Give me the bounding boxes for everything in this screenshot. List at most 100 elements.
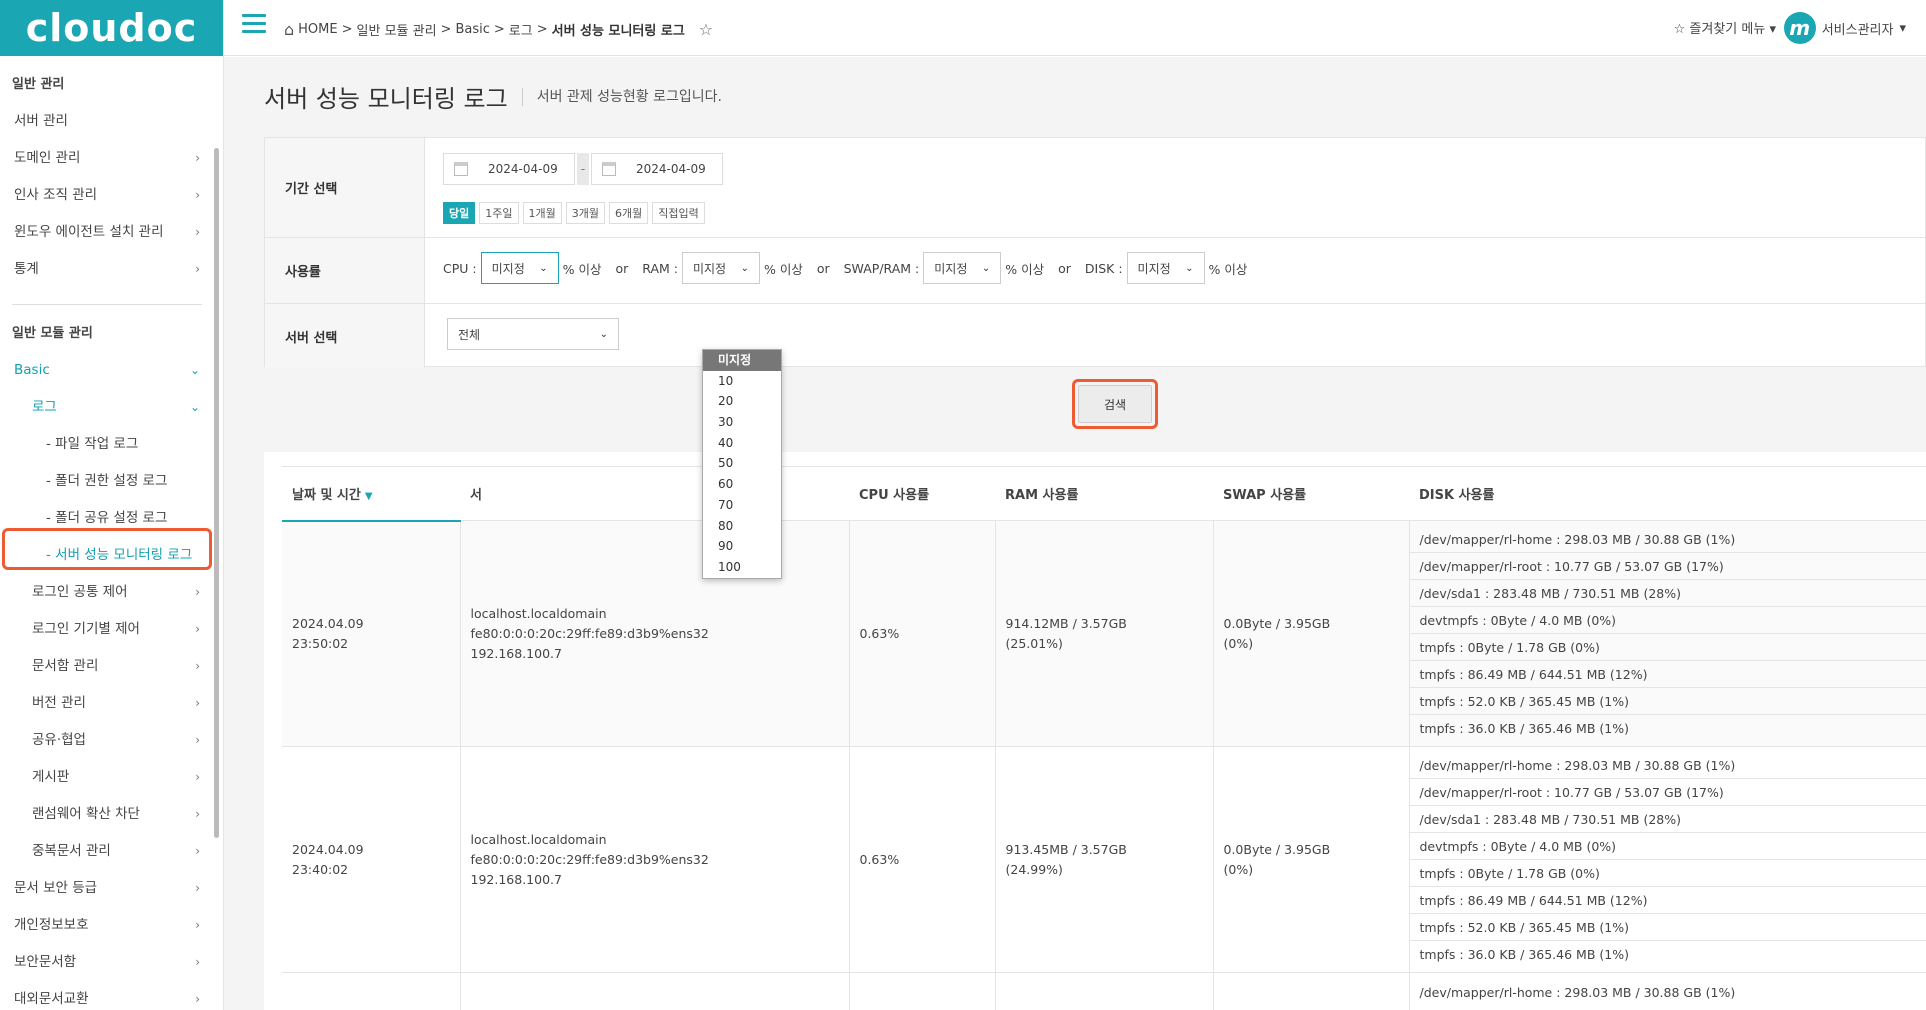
sidebar-item-stats[interactable]: 통계 ›	[0, 251, 214, 288]
breadcrumb-log[interactable]: 로그	[509, 20, 533, 39]
sidebar-item-login-common[interactable]: 로그인 공통 제어 ›	[0, 574, 214, 611]
breadcrumb-modules[interactable]: 일반 모듈 관리	[357, 20, 437, 39]
disk-line: tmpfs : 52.0 KB / 365.45 MB (1%)	[1409, 688, 1926, 715]
chevron-right-icon: ›	[195, 992, 200, 1006]
dropdown-option[interactable]: 90	[703, 536, 781, 557]
calendar-icon	[454, 162, 468, 176]
chevron-right-icon: ›	[195, 585, 200, 599]
swap-suffix: % 이상	[1005, 261, 1045, 277]
start-date-input[interactable]: 2024-04-09	[443, 153, 575, 185]
end-date-input[interactable]: 2024-04-09	[591, 153, 723, 185]
sidebar-scrollbar[interactable]	[214, 148, 219, 838]
user-menu[interactable]: m 서비스관리자 ▾	[1783, 12, 1906, 44]
sidebar-item-login-device[interactable]: 로그인 기기별 제어 ›	[0, 611, 214, 648]
dropdown-option[interactable]: 70	[703, 495, 781, 516]
chevron-down-icon: ⌄	[189, 363, 200, 377]
col-disk[interactable]: DISK 사용률	[1409, 466, 1926, 521]
cell-ram: 913.45MB / 3.57GB (24.99%)	[995, 746, 1214, 973]
dropdown-option[interactable]: 100	[703, 557, 781, 578]
period-custom-button[interactable]: 직접입력	[652, 202, 705, 224]
col-server[interactable]: 서	[460, 466, 849, 521]
chevron-down-icon: ⌄	[981, 262, 991, 274]
dropdown-option[interactable]: 60	[703, 474, 781, 495]
cell-cpu: 0.63%	[849, 746, 996, 973]
sidebar-item-external-exchange[interactable]: 대외문서교환 ›	[0, 981, 214, 1010]
favorites-menu[interactable]: ☆ 즐겨찾기 메뉴 ▾	[1674, 18, 1776, 37]
cell-ram: 914.12MB / 3.57GB (25.01%)	[995, 520, 1214, 747]
chevron-right-icon: ›	[195, 262, 200, 276]
dropdown-option[interactable]: 80	[703, 516, 781, 537]
col-swap[interactable]: SWAP 사용률	[1213, 466, 1409, 521]
sidebar-item-ransomware[interactable]: 랜섬웨어 확산 차단 ›	[0, 796, 214, 833]
sidebar-item-domain[interactable]: 도메인 관리 ›	[0, 140, 214, 177]
chevron-right-icon: ›	[195, 151, 200, 165]
sidebar-item-docbox[interactable]: 문서함 관리 ›	[0, 648, 214, 685]
cloudoc-logo[interactable]: cloudoc	[0, 0, 223, 56]
disk-select[interactable]: 미지정 ⌄	[1126, 252, 1205, 284]
chevron-right-icon: ›	[195, 807, 200, 821]
period-today-button[interactable]: 당일	[443, 202, 476, 224]
dropdown-option[interactable]: 미지정	[703, 350, 781, 371]
sidebar-item-server[interactable]: 서버 관리	[0, 103, 214, 140]
sidebar-item-org[interactable]: 인사 조직 관리 ›	[0, 177, 214, 214]
star-icon[interactable]: ☆	[699, 20, 713, 39]
main-content: 서버 성능 모니터링 로그 서버 관제 성능현황 로그입니다. 기간 선택 20…	[224, 57, 1926, 1010]
sidebar-item-security-grade[interactable]: 문서 보안 등급 ›	[0, 870, 214, 907]
sidebar-section-general: 일반 관리	[12, 77, 65, 92]
breadcrumb-basic[interactable]: Basic	[455, 22, 489, 37]
period-3month-button[interactable]: 3개월	[565, 202, 605, 224]
hamburger-menu-icon[interactable]	[242, 14, 266, 34]
breadcrumb-home[interactable]: HOME	[298, 22, 337, 37]
table-row[interactable]: /dev/mapper/rl-home : 298.03 MB / 30.88 …	[282, 972, 1926, 1010]
period-label: 기간 선택	[265, 138, 425, 237]
cell-disk: /dev/mapper/rl-home : 298.03 MB / 30.88 …	[1409, 972, 1926, 1010]
chevron-down-icon: ⌄	[599, 328, 608, 340]
sidebar-item-basic[interactable]: Basic ⌄	[0, 352, 214, 389]
sort-desc-icon: ▼	[364, 490, 373, 502]
disk-line: /dev/mapper/rl-home : 298.03 MB / 30.88 …	[1409, 752, 1926, 779]
chevron-right-icon: ›	[195, 622, 200, 636]
chevron-down-icon: ⌄	[189, 400, 200, 414]
col-datetime[interactable]: 날짜 및 시간 ▼	[282, 466, 460, 522]
sidebar-item-log[interactable]: 로그 ⌄	[0, 389, 214, 426]
sidebar-item-share[interactable]: 공유·협업 ›	[0, 722, 214, 759]
table-row[interactable]: 2024.04.09 23:40:02 localhost.localdomain…	[282, 746, 1926, 973]
disk-line: devtmpfs : 0Byte / 4.0 MB (0%)	[1409, 833, 1926, 860]
dropdown-option[interactable]: 50	[703, 453, 781, 474]
dropdown-option[interactable]: 40	[703, 433, 781, 454]
dropdown-option[interactable]: 30	[703, 412, 781, 433]
chevron-right-icon: ›	[195, 918, 200, 932]
chevron-right-icon: ›	[195, 733, 200, 747]
log-table-container: 날짜 및 시간 ▼ 서 CPU 사용률 RAM 사용률 SWAP 사용률 DISK…	[264, 452, 1926, 1010]
dropdown-option[interactable]: 10	[703, 371, 781, 392]
ram-select[interactable]: 미지정 ⌄	[681, 252, 760, 284]
cpu-label: CPU :	[443, 260, 477, 276]
dropdown-option[interactable]: 20	[703, 391, 781, 412]
swap-select[interactable]: 미지정 ⌄	[923, 252, 1002, 284]
period-1week-button[interactable]: 1주일	[479, 202, 519, 224]
sidebar-item-privacy[interactable]: 개인정보보호 ›	[0, 907, 214, 944]
disk-line: /dev/sda1 : 283.48 MB / 730.51 MB (28%)	[1409, 806, 1926, 833]
sidebar-item-windows-agent[interactable]: 윈도우 에이전트 설치 관리 ›	[0, 214, 214, 251]
sidebar-item-secure-box[interactable]: 보안문서함 ›	[0, 944, 214, 981]
sidebar-item-board[interactable]: 게시판 ›	[0, 759, 214, 796]
chevron-right-icon: ›	[195, 225, 200, 239]
page-title: 서버 성능 모니터링 로그	[264, 85, 508, 113]
sidebar-item-duplicate[interactable]: 중복문서 관리 ›	[0, 833, 214, 870]
home-icon[interactable]: ⌂	[284, 20, 294, 39]
sidebar-item-version[interactable]: 버전 관리 ›	[0, 685, 214, 722]
sidebar-item-folder-perm-log[interactable]: - 폴더 권한 설정 로그	[0, 463, 214, 500]
sidebar-item-file-log[interactable]: - 파일 작업 로그	[0, 426, 214, 463]
chevron-down-icon: ⌄	[1185, 262, 1194, 274]
period-1month-button[interactable]: 1개월	[522, 202, 562, 224]
breadcrumb-current: 서버 성능 모니터링 로그	[551, 24, 685, 39]
cpu-select[interactable]: 미지정 ⌄	[480, 252, 559, 284]
breadcrumb: ⌂ HOME > 일반 모듈 관리 > Basic > 로그 > 서버 성능 모…	[284, 20, 714, 39]
chevron-right-icon: ›	[195, 659, 200, 673]
col-cpu[interactable]: CPU 사용률	[849, 466, 995, 521]
table-row[interactable]: 2024.04.09 23:50:02 localhost.localdomain…	[282, 520, 1926, 747]
period-6month-button[interactable]: 6개월	[609, 202, 649, 224]
usage-label: 사용률	[265, 238, 425, 303]
col-ram[interactable]: RAM 사용률	[995, 466, 1213, 521]
server-select[interactable]: 전체 ⌄	[447, 318, 619, 350]
